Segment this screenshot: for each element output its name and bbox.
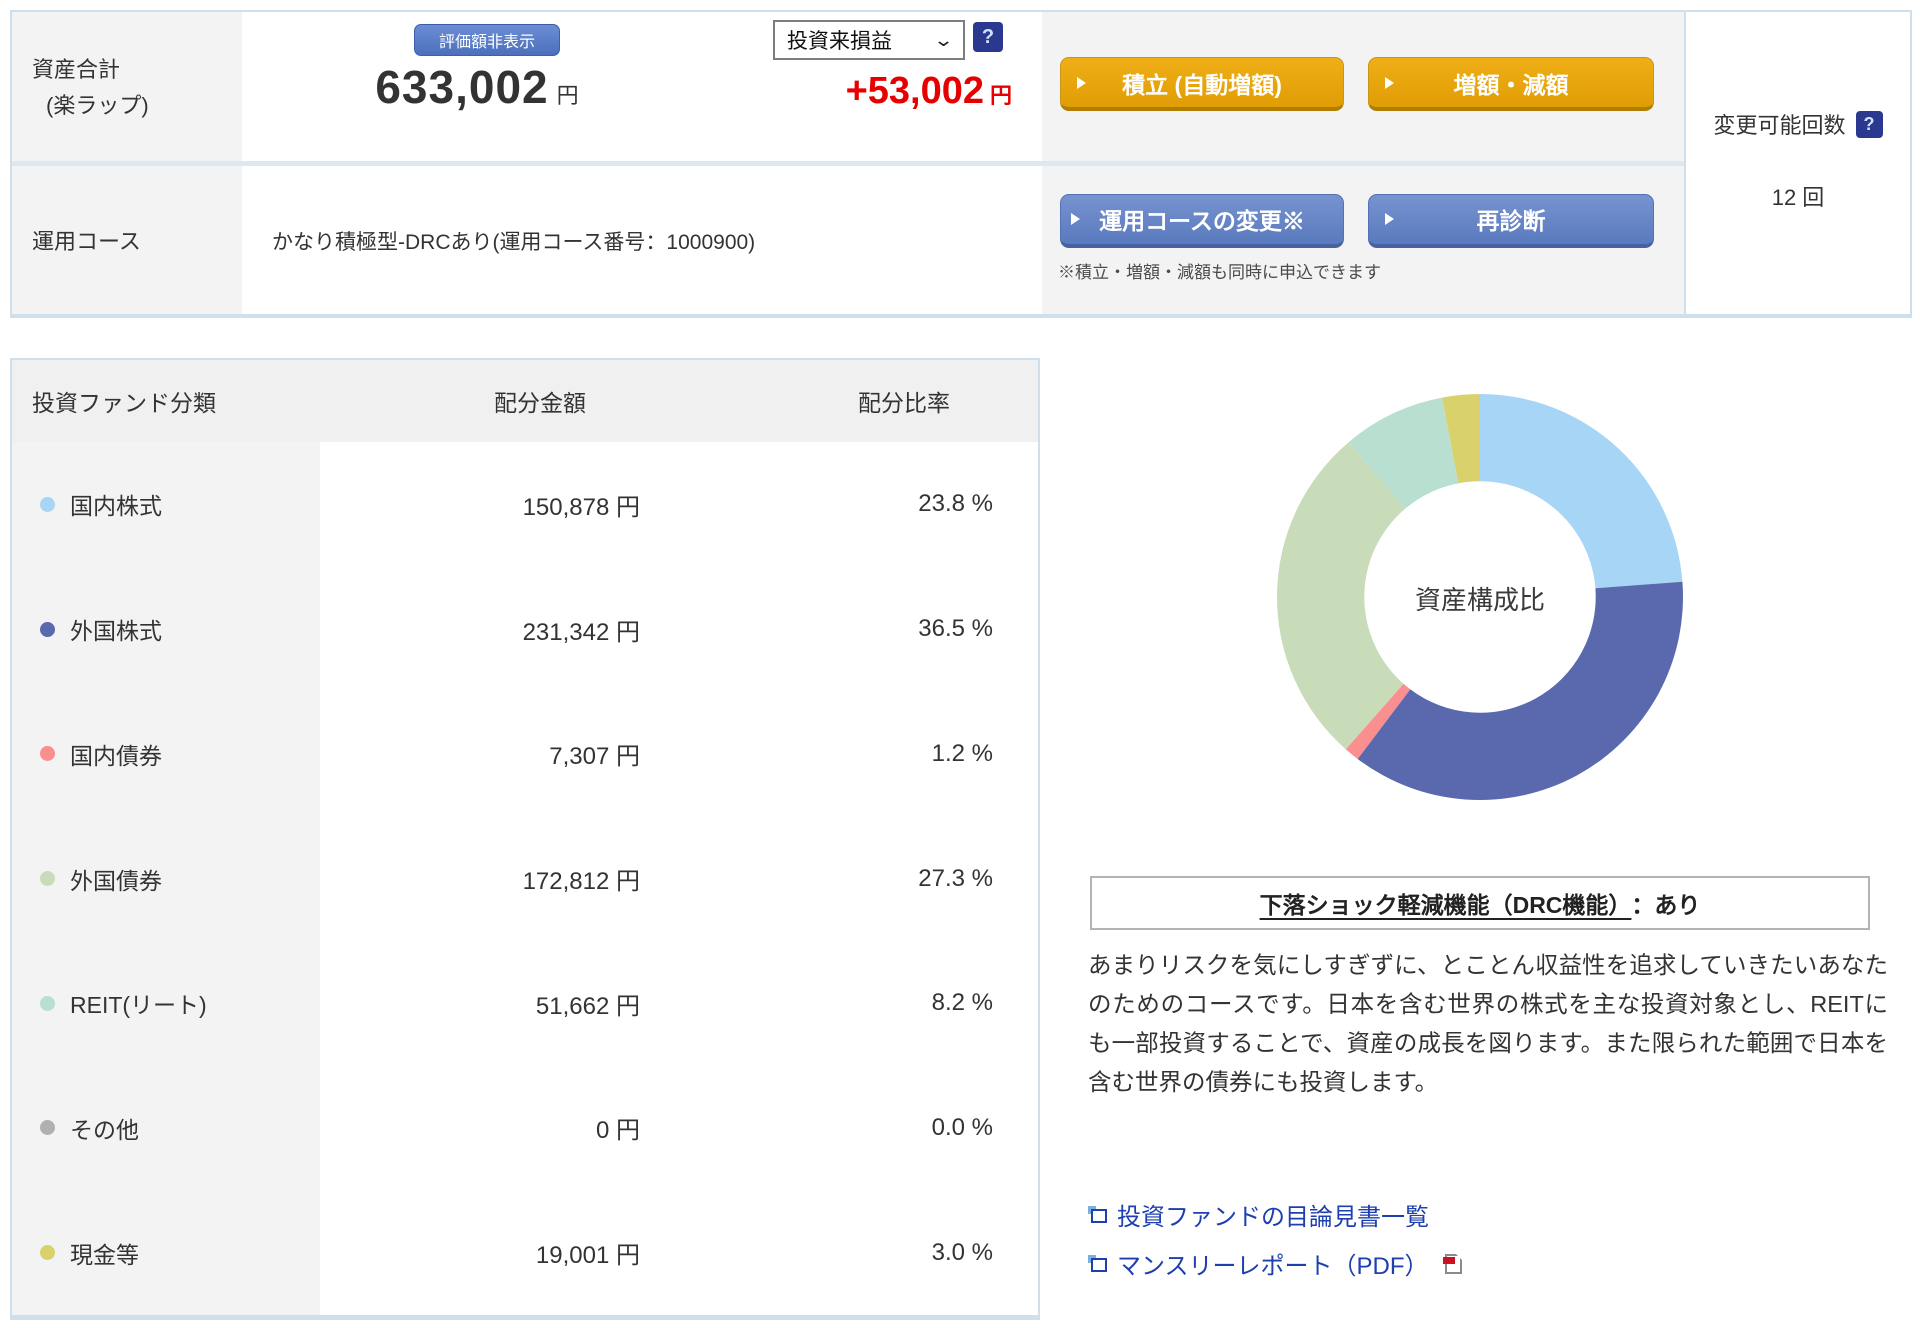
category-color-dot <box>40 621 55 637</box>
allocation-amount: 0 円 <box>595 1117 640 1145</box>
buttons-note: ※積立・増額・減額も同時に申込できます <box>1058 262 1381 282</box>
change-count-label: 変更可能回数 <box>1713 113 1846 138</box>
profit-help-icon[interactable]: ? <box>973 22 1003 52</box>
change-count-value: 12 回 <box>1771 185 1825 210</box>
category-color-dot <box>40 995 55 1011</box>
course-row: 運用コース かなり積極型-DRCあり(運用コース番号：1000900) 運用コー… <box>12 165 1684 314</box>
arrow-right-icon <box>1071 213 1080 225</box>
total-assets-label: 資産合計 (楽ラップ) <box>12 12 242 161</box>
allocation-amount: 150,878 円 <box>522 493 640 521</box>
hide-valuation-button[interactable]: 評価額非表示 <box>414 24 560 56</box>
allocation-amount: 231,342 円 <box>522 618 640 646</box>
change-course-button[interactable]: 運用コースの変更※ <box>1060 193 1344 248</box>
table-row: 国内債券 7,307 円 1.2 % <box>12 691 1038 817</box>
category-color-dot <box>40 1120 55 1136</box>
monthly-report-link[interactable]: マンスリーレポート（PDF） <box>1088 1246 1462 1281</box>
course-description: あまりリスクを気にしすぎずに、とことん収益性を追求していきたいあなたのためのコー… <box>1088 952 1888 1095</box>
table-row: REIT(リート) 51,662 円 8.2 % <box>12 940 1038 1066</box>
category-label: 現金等 <box>70 1241 139 1268</box>
course-name: かなり積極型-DRCあり(運用コース番号：1000900) <box>272 230 756 254</box>
header-allocation-ratio: 配分比率 <box>858 390 950 416</box>
allocation-ratio: 1.2 % <box>931 739 993 767</box>
table-row: その他 0 円 0.0 % <box>12 1065 1038 1191</box>
total-assets-row: 資産合計 (楽ラップ) 評価額非表示 633,002 円 投資来損益 ⌄ ? +5… <box>12 12 1684 161</box>
arrow-right-icon <box>1385 213 1394 225</box>
profit-amount: +53,002 円 <box>845 70 1012 112</box>
window-link-icon <box>1088 1255 1107 1272</box>
table-row: 国内株式 150,878 円 23.8 % <box>12 442 1038 567</box>
chevron-down-icon: ⌄ <box>932 29 955 50</box>
table-row: 現金等 19,001 円 3.0 % <box>12 1190 1038 1316</box>
category-label: 外国株式 <box>70 618 162 645</box>
change-count-help-icon[interactable]: ? <box>1855 110 1883 138</box>
change-count-panel: 変更可能回数 ? 12 回 <box>1684 12 1910 314</box>
account-summary-panel: 資産合計 (楽ラップ) 評価額非表示 633,002 円 投資来損益 ⌄ ? +5… <box>10 10 1912 318</box>
rediagnosis-button[interactable]: 再診断 <box>1368 193 1654 248</box>
allocation-ratio: 3.0 % <box>931 1238 993 1266</box>
category-label: 外国債券 <box>70 867 162 894</box>
category-label: 国内債券 <box>70 742 162 769</box>
category-color-dot <box>40 746 55 762</box>
table-row: 外国株式 231,342 円 36.5 % <box>12 566 1038 692</box>
allocation-amount: 51,662 円 <box>535 992 640 1020</box>
category-label: その他 <box>70 1116 139 1143</box>
table-row: 外国債券 172,812 円 27.3 % <box>12 816 1038 941</box>
allocation-ratio: 23.8 % <box>918 490 993 518</box>
prospectus-list-link[interactable]: 投資ファンドの目論見書一覧 <box>1088 1197 1462 1232</box>
currency-unit: 円 <box>556 83 579 108</box>
allocation-amount: 19,001 円 <box>535 1242 640 1270</box>
total-assets-amount: 633,002 円 <box>375 61 579 113</box>
allocation-ratio: 8.2 % <box>931 989 993 1017</box>
allocation-ratio: 0.0 % <box>931 1113 993 1141</box>
category-color-dot <box>40 496 55 512</box>
profit-period-select[interactable]: 投資来損益 ⌄ <box>773 20 965 60</box>
window-link-icon <box>1088 1206 1107 1223</box>
allocation-amount: 7,307 円 <box>549 743 640 771</box>
category-color-dot <box>40 1245 55 1261</box>
allocation-amount: 172,812 円 <box>522 868 640 896</box>
header-allocation-amount: 配分金額 <box>494 390 586 416</box>
arrow-right-icon <box>1385 76 1394 89</box>
header-fund-category: 投資ファンド分類 <box>32 390 216 416</box>
donut-center-label: 資産構成比 <box>1414 585 1545 615</box>
drc-feature-title: 下落ショック軽減機能（DRC機能） <box>1259 892 1632 918</box>
category-color-dot <box>40 871 55 887</box>
currency-unit: 円 <box>989 83 1012 108</box>
category-label: REIT(リート) <box>70 992 207 1019</box>
allocation-ratio: 36.5 % <box>918 615 993 643</box>
increase-decrease-button[interactable]: 増額・減額 <box>1368 57 1654 111</box>
allocation-table: 投資ファンド分類 配分金額 配分比率 国内株式 150,878 円 23.8 %… <box>10 358 1040 1320</box>
allocation-ratio: 27.3 % <box>918 864 993 892</box>
donut-slice-国内株式 <box>1480 394 1683 589</box>
pdf-file-icon[interactable] <box>1442 1253 1462 1274</box>
allocation-table-header: 投資ファンド分類 配分金額 配分比率 <box>12 360 1038 442</box>
course-label: 運用コース <box>12 165 242 314</box>
drc-feature-box: 下落ショック軽減機能（DRC機能） ：あり <box>1090 876 1870 930</box>
arrow-right-icon <box>1077 76 1086 89</box>
drc-feature-value: ：あり <box>1631 892 1701 918</box>
tsumitate-button[interactable]: 積立 (自動増額) <box>1060 57 1344 111</box>
category-label: 国内株式 <box>70 493 162 520</box>
